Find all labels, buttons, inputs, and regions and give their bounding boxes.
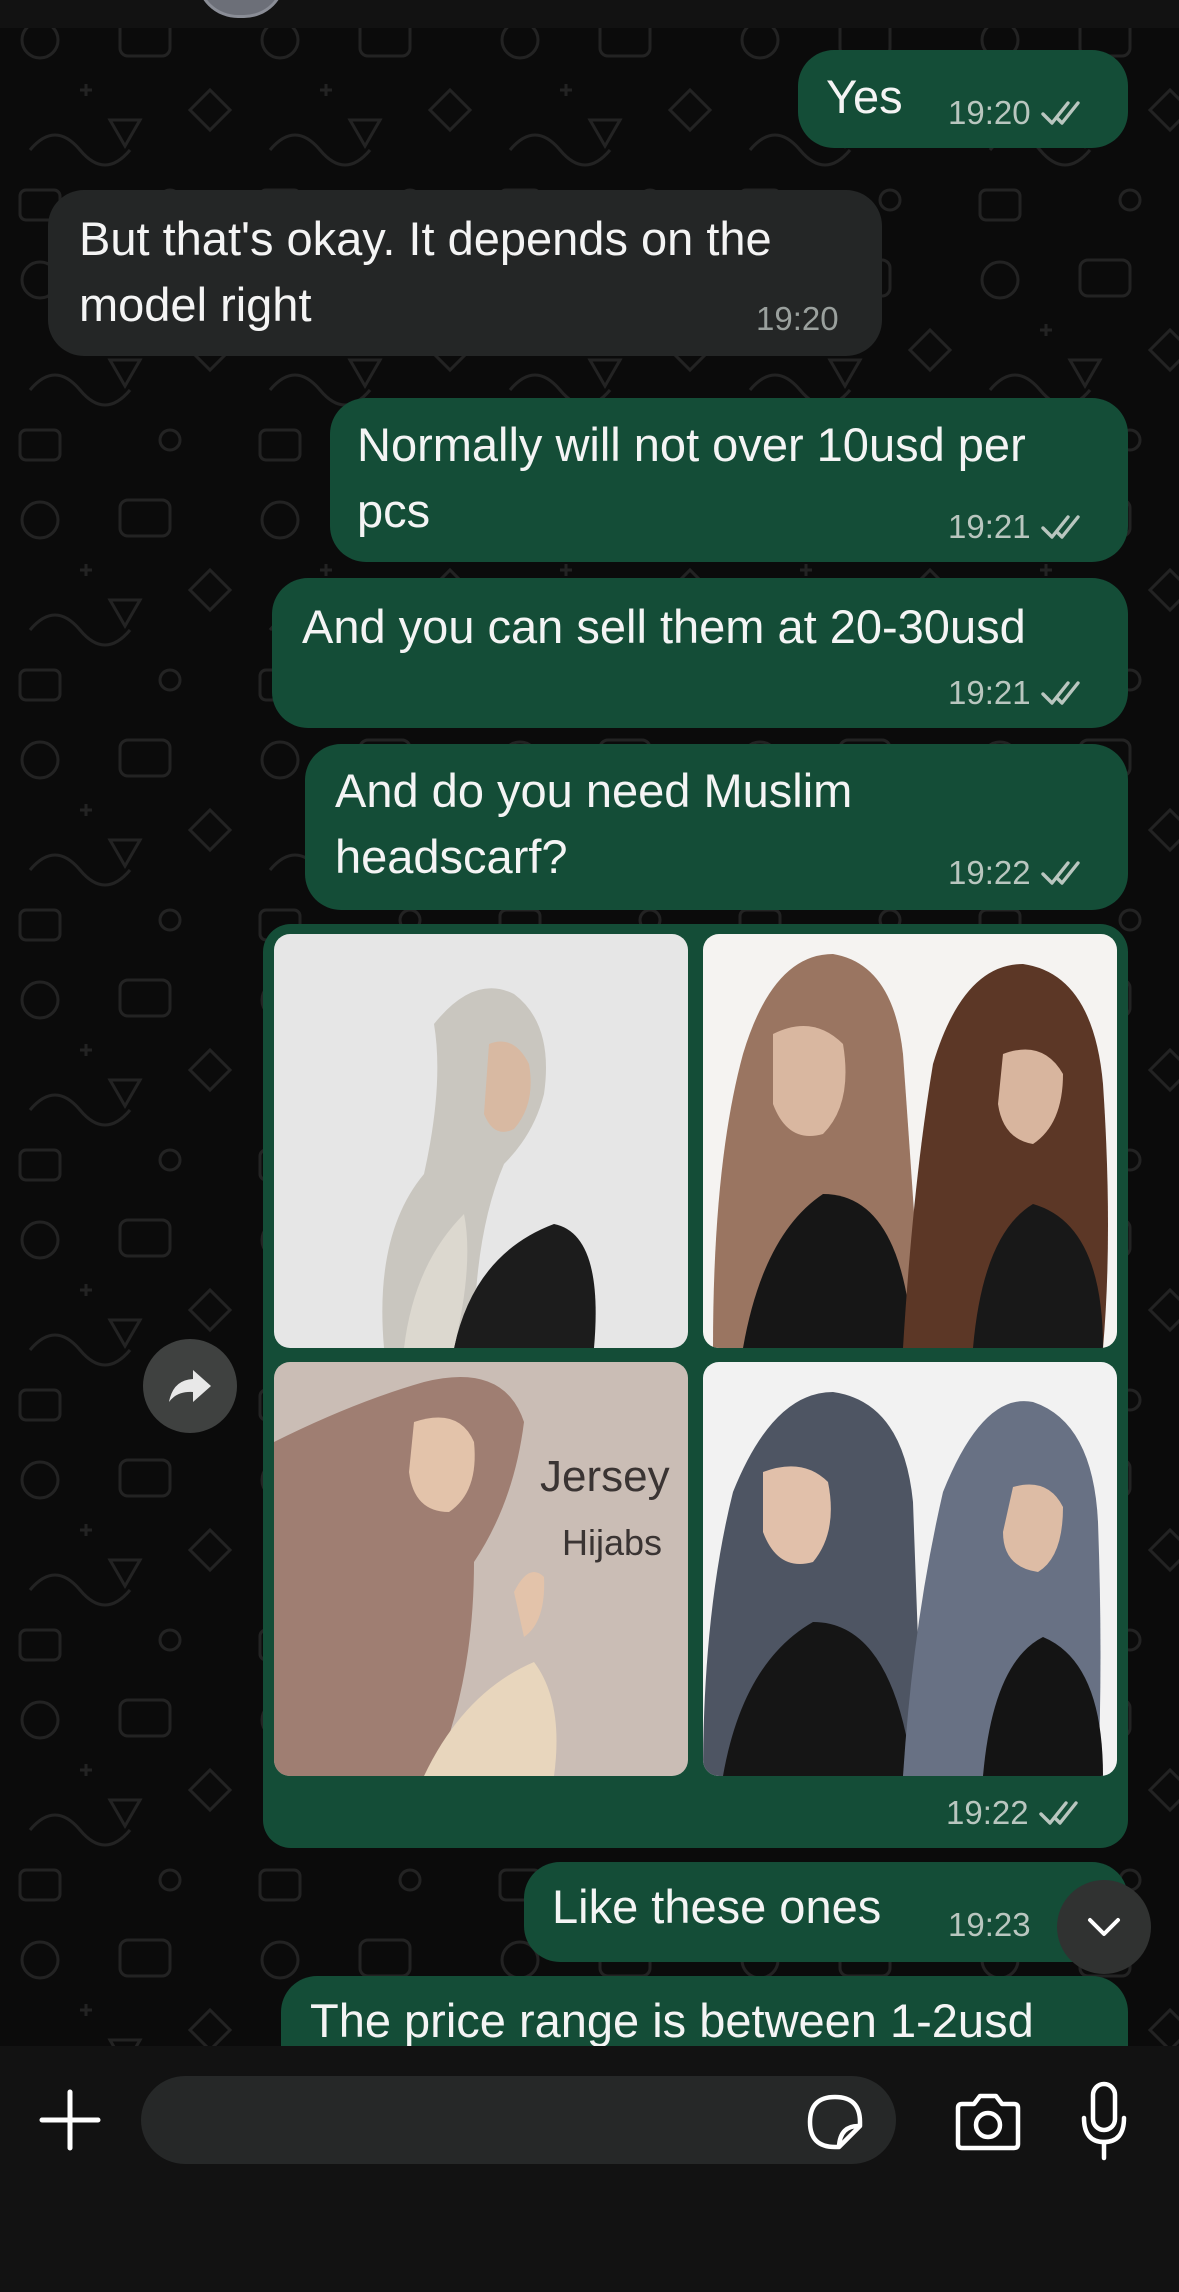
album-photo[interactable]: Jersey Hijabs (274, 1362, 688, 1776)
double-check-icon (1040, 681, 1080, 705)
double-check-icon (1040, 515, 1080, 539)
message-text-line: Normally will not over 10usd per (357, 418, 1026, 471)
message-meta: 19:23 (948, 1906, 1031, 1944)
double-check-icon (1038, 1801, 1078, 1825)
chevron-down-icon (1088, 1918, 1120, 1936)
message-bubble-outgoing[interactable]: Yes 19:20 (798, 50, 1128, 148)
message-text: The price range is between 1-2usd (310, 1994, 1034, 2047)
message-time: 19:20 (756, 300, 839, 337)
message-time: 19:23 (948, 1906, 1031, 1943)
hijab-photo-grey (703, 1362, 1117, 1776)
forward-arrow-icon (169, 1370, 211, 1402)
message-time: 19:22 (948, 854, 1031, 891)
image-album-bubble[interactable]: Jersey Hijabs 19:22 (263, 924, 1128, 1848)
message-time: 19:21 (948, 508, 1031, 545)
message-meta: 19:21 (948, 674, 1085, 712)
sticker-icon (807, 2094, 863, 2150)
message-time: 19:21 (948, 674, 1031, 711)
message-time: 19:22 (946, 1794, 1029, 1831)
photo-caption-title: Jersey (540, 1452, 670, 1501)
message-text-line: model right (79, 278, 312, 331)
album-photo[interactable] (703, 934, 1117, 1348)
message-input[interactable] (141, 2076, 896, 2164)
hijab-photo-jersey (274, 1362, 688, 1776)
message-text: And you can sell them at 20-30usd (302, 600, 1026, 653)
message-meta: 19:22 (946, 1794, 1083, 1832)
hijab-photo-silver (274, 934, 688, 1348)
message-bubble-outgoing[interactable]: And do you need Muslim headscarf? 19:22 (305, 744, 1128, 910)
message-meta: 19:21 (948, 508, 1085, 546)
message-text-line: headscarf? (335, 830, 568, 883)
message-text-line: But that's okay. It depends on the (79, 212, 772, 265)
message-text-line: And do you need Muslim (335, 764, 853, 817)
top-strip (0, 0, 1179, 28)
microphone-icon (1081, 2081, 1127, 2161)
double-check-icon (1040, 101, 1080, 125)
message-text: Like these ones (552, 1880, 882, 1933)
message-bubble-outgoing[interactable]: And you can sell them at 20-30usd 19:21 (272, 578, 1128, 728)
message-meta: 19:20 (756, 300, 839, 338)
message-text-line: pcs (357, 484, 431, 537)
voice-message-button[interactable] (1078, 2078, 1130, 2166)
plus-icon (39, 2089, 101, 2151)
message-bubble-outgoing[interactable]: Like these ones 19:23 (524, 1862, 1128, 1962)
photo-caption-subtitle: Hijabs (562, 1522, 663, 1563)
attach-button[interactable] (30, 2080, 110, 2160)
album-photo[interactable] (274, 934, 688, 1348)
camera-icon (955, 2093, 1021, 2151)
message-meta: 19:20 (948, 94, 1085, 132)
message-bubble-incoming[interactable]: But that's okay. It depends on the model… (48, 190, 882, 356)
scroll-to-bottom-button[interactable] (1057, 1880, 1151, 1974)
sticker-button[interactable] (800, 2090, 870, 2154)
message-bubble-outgoing[interactable]: Normally will not over 10usd per pcs 19:… (330, 398, 1128, 562)
message-text: Yes (826, 70, 903, 123)
camera-button[interactable] (948, 2084, 1028, 2160)
double-check-icon (1040, 861, 1080, 885)
album-photo[interactable] (703, 1362, 1117, 1776)
forward-button[interactable] (143, 1339, 237, 1433)
message-meta: 19:22 (948, 854, 1085, 892)
hijab-photo-brown (703, 934, 1117, 1348)
message-time: 19:20 (948, 94, 1031, 131)
